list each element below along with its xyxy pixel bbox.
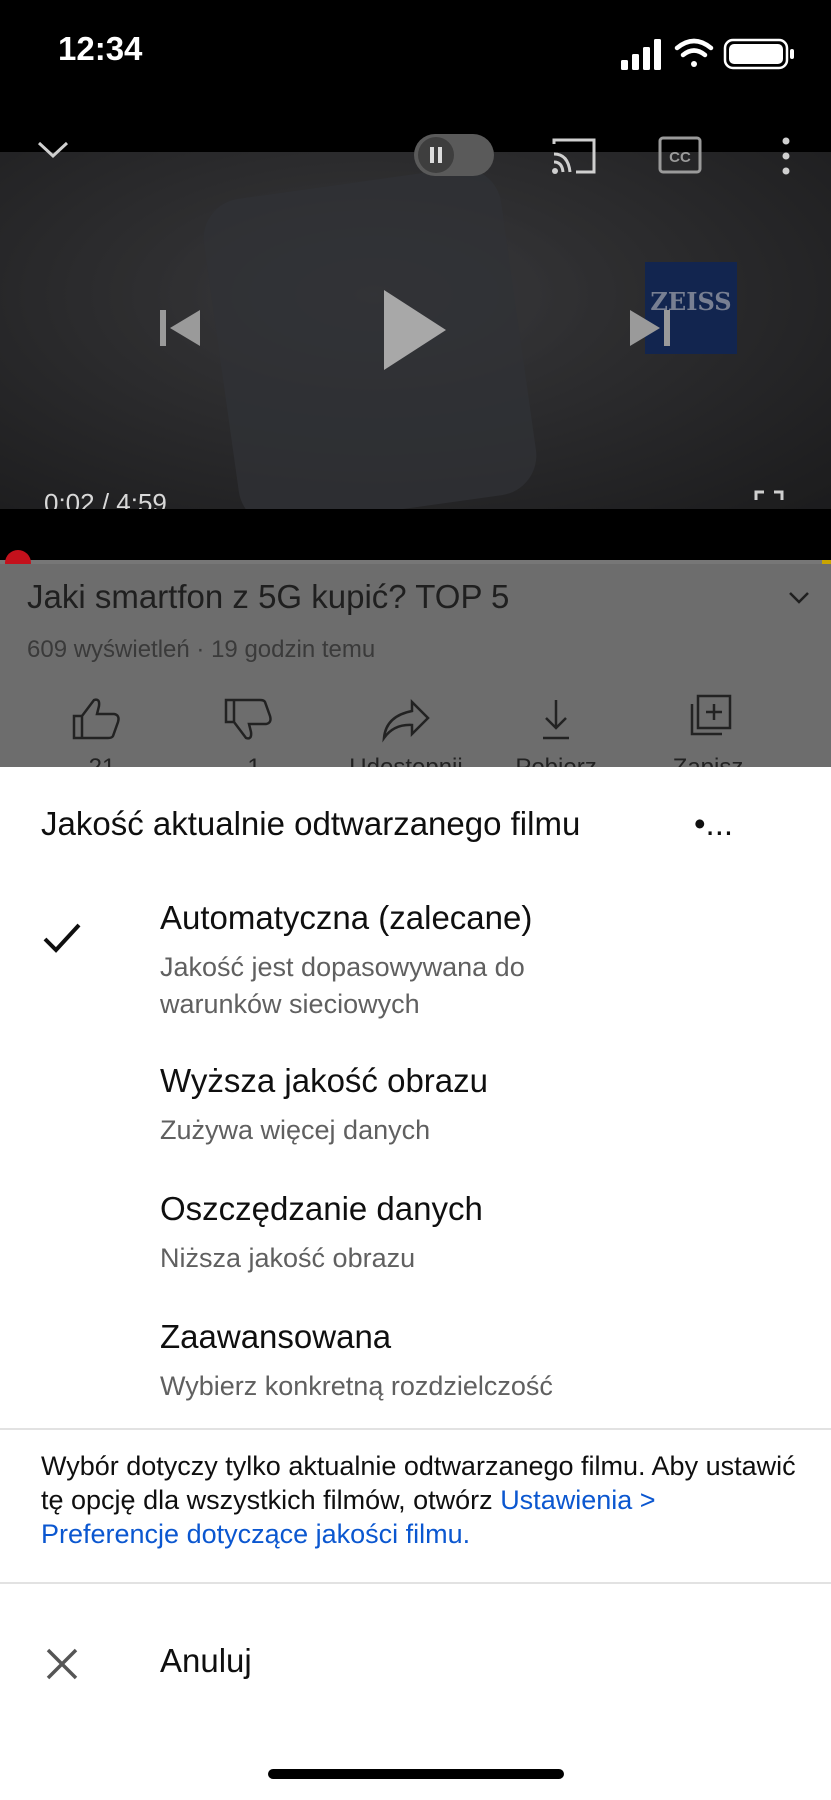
video-info: Jaki smartfon z 5G kupić? TOP 5 609 wyśw… xyxy=(0,564,831,767)
signal-icon xyxy=(621,39,661,70)
sheet-title: Jakość aktualnie odtwarzanego filmu xyxy=(41,805,581,842)
save-playlist-icon xyxy=(690,694,732,736)
home-indicator[interactable] xyxy=(268,1769,564,1779)
option-high-quality-title: Wyższa jakość obrazu xyxy=(160,1062,488,1099)
thumbs-up-icon xyxy=(72,698,120,740)
check-icon xyxy=(43,923,81,953)
video-meta: 609 wyświetleń · 19 godzin temu xyxy=(27,636,376,663)
captions-icon[interactable]: CC xyxy=(658,136,702,174)
save-label: Zapisz xyxy=(628,754,788,767)
save-button[interactable]: Zapisz xyxy=(668,694,748,767)
wifi-icon xyxy=(674,38,714,67)
like-button[interactable]: 21 xyxy=(62,694,142,767)
battery-icon xyxy=(723,38,794,70)
quality-note-text: Wybór dotyczy tylko aktualnie odtwarzane… xyxy=(41,1451,796,1515)
previous-icon[interactable] xyxy=(158,306,202,350)
chevron-down-icon[interactable] xyxy=(36,138,70,162)
share-icon xyxy=(382,698,430,743)
download-label: Pobierz xyxy=(476,754,636,767)
cast-icon[interactable] xyxy=(550,136,598,176)
option-high-quality[interactable]: Wyższa jakość obrazu Zużywa więcej danyc… xyxy=(0,1062,831,1162)
option-auto[interactable]: Automatyczna (zalecane) Jakość jest dopa… xyxy=(0,897,831,1047)
close-icon xyxy=(46,1648,78,1680)
quality-sheet: Jakość aktualnie odtwarzanego filmu •...… xyxy=(0,767,831,1800)
option-advanced-title: Zaawansowana xyxy=(160,1318,392,1355)
divider xyxy=(0,1582,831,1584)
option-auto-subtitle-1: Jakość jest dopasowywana do xyxy=(160,952,525,982)
option-data-saver[interactable]: Oszczędzanie danych Niższa jakość obrazu xyxy=(0,1190,831,1290)
option-data-saver-title: Oszczędzanie danych xyxy=(160,1190,483,1227)
dislike-button[interactable]: 1 xyxy=(214,694,294,767)
option-auto-subtitle-2: warunków sieciowych xyxy=(160,989,420,1019)
option-advanced-subtitle: Wybierz konkretną rozdzielczość xyxy=(160,1371,553,1401)
share-label: Udostępnij xyxy=(326,754,486,767)
like-count: 21 xyxy=(22,754,182,767)
option-advanced[interactable]: Zaawansowana Wybierz konkretną rozdzielc… xyxy=(0,1318,831,1418)
cancel-button[interactable]: Anuluj xyxy=(0,1612,831,1712)
more-vert-icon[interactable] xyxy=(776,136,796,176)
option-high-quality-subtitle: Zużywa więcej danych xyxy=(160,1115,431,1145)
download-button[interactable]: Pobierz xyxy=(515,694,597,767)
divider xyxy=(0,1428,831,1430)
expand-chevron-icon[interactable] xyxy=(785,584,813,612)
option-data-saver-subtitle: Niższa jakość obrazu xyxy=(160,1243,416,1273)
share-button[interactable]: Udostępnij xyxy=(349,694,463,767)
download-icon xyxy=(543,700,569,740)
status-icons xyxy=(621,38,794,70)
video-title[interactable]: Jaki smartfon z 5G kupić? TOP 5 xyxy=(27,578,509,616)
dislike-count: 1 xyxy=(174,754,334,767)
cancel-label: Anuluj xyxy=(160,1642,252,1679)
thumbs-down-icon xyxy=(224,698,272,740)
option-auto-title: Automatyczna (zalecane) xyxy=(160,899,533,936)
next-icon[interactable] xyxy=(628,306,672,350)
quality-note: Wybór dotyczy tylko aktualnie odtwarzane… xyxy=(41,1449,801,1551)
sheet-more-indicator: •... xyxy=(694,805,734,842)
play-icon[interactable] xyxy=(382,288,448,372)
pause-toggle-icon[interactable] xyxy=(414,134,494,176)
player-bottom-strip xyxy=(0,509,831,564)
svg-text:CC: CC xyxy=(669,149,691,166)
status-time: 12:34 xyxy=(58,30,143,67)
